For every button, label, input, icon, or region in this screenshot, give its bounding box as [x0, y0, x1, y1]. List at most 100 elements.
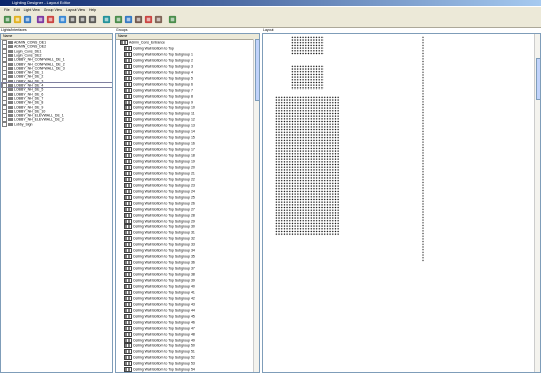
group-item[interactable]: Ceiling Wall Bottom to Top Subgroup 8	[124, 93, 193, 99]
group-item[interactable]: Ceiling Wall Bottom to Top Subgroup 23	[124, 182, 195, 188]
new-icon[interactable]	[3, 15, 12, 24]
light-item[interactable]: Lobby_Sign	[2, 121, 112, 127]
link-icon[interactable]	[134, 15, 143, 24]
group-item[interactable]: Ceiling Wall Bottom to Top Subgroup 43	[124, 301, 195, 307]
group-item[interactable]: Ceiling Wall Bottom to Top Subgroup 16	[124, 141, 195, 147]
group-icon	[124, 367, 132, 372]
group-item[interactable]: Ceiling Wall Bottom to Top Subgroup 7	[124, 87, 193, 93]
fixture-group-upper[interactable]	[291, 65, 324, 90]
group-item[interactable]: Ceiling Wall Bottom to Top Subgroup 31	[124, 230, 195, 236]
settings-icon[interactable]	[154, 15, 163, 24]
layout-panel	[262, 33, 541, 373]
group-item[interactable]: Ceiling Wall Bottom to Top Subgroup 24	[124, 188, 195, 194]
fixture-group-top[interactable]	[291, 36, 324, 55]
group-item[interactable]: Ceiling Wall Bottom to Top Subgroup 26	[124, 200, 195, 206]
copy-icon[interactable]	[124, 15, 133, 24]
group-icon	[124, 236, 132, 242]
pointer-icon[interactable]	[88, 15, 97, 24]
group-item[interactable]: Ceiling Wall Bottom to Top Subgroup 12	[124, 117, 195, 123]
layout-scrollbar[interactable]	[534, 34, 540, 372]
group-item[interactable]: Ceiling Wall Bottom to Top Subgroup 46	[124, 319, 195, 325]
group-item[interactable]: Ceiling Wall Bottom to Top Subgroup 38	[124, 272, 195, 278]
group-item[interactable]: Ceiling Wall Bottom to Top Subgroup 35	[124, 254, 195, 260]
group-icon	[124, 212, 132, 218]
rotate-icon[interactable]	[114, 15, 123, 24]
group-item-label: Ceiling Wall Bottom to Top Subgroup 5	[133, 76, 193, 81]
group-item[interactable]: Ceiling Wall Bottom to Top Subgroup 4	[124, 69, 193, 75]
fixture-group-main[interactable]	[275, 96, 339, 214]
grid-icon[interactable]	[58, 15, 67, 24]
zoom-in-icon[interactable]	[68, 15, 77, 24]
group-item[interactable]: Ceiling Wall Bottom to Top Subgroup 33	[124, 242, 195, 248]
group-item[interactable]: Ceiling Wall Bottom to Top Subgroup 32	[124, 236, 195, 242]
group-item[interactable]: Ceiling Wall Bottom to Top Subgroup 22	[124, 176, 195, 182]
group-item[interactable]: Ceiling Wall Bottom to Top Subgroup 41	[124, 289, 195, 295]
group-item[interactable]: Ceiling Wall Bottom to Top Subgroup 49	[124, 337, 195, 343]
group-item[interactable]: Ceiling Wall Bottom to Top Subgroup 19	[124, 159, 195, 164]
group-item[interactable]: Ceiling Wall Bottom to Top Subgroup 53	[124, 361, 195, 367]
group-item[interactable]: Ceiling Wall Bottom to Top Subgroup 34	[124, 248, 195, 254]
group-item[interactable]: Ceiling Wall Bottom to Top Subgroup 29	[124, 218, 195, 224]
group-item-label: Ceiling Wall Bottom to Top Subgroup 34	[133, 248, 195, 253]
group-item[interactable]: Ceiling Wall Bottom to Top Subgroup 42	[124, 295, 195, 301]
group-item[interactable]: Ceiling Wall Bottom to Top Subgroup 54	[124, 367, 195, 372]
group-item[interactable]: Ceiling Wall Bottom to Top Subgroup 47	[124, 325, 195, 331]
save-icon[interactable]	[23, 15, 32, 24]
group-item[interactable]: Ceiling Wall Bottom to Top	[124, 45, 174, 51]
group-item[interactable]: Ceiling Wall Bottom to Top Subgroup 10	[124, 105, 195, 111]
group-item[interactable]: Ceiling Wall Bottom to Top Subgroup 6	[124, 81, 193, 87]
group-item[interactable]: Ceiling Wall Bottom to Top Subgroup 21	[124, 170, 195, 176]
group-item[interactable]: Ceiling Wall Bottom to Top Subgroup 20	[124, 164, 195, 170]
group-item-label: Ceiling Wall Bottom to Top Subgroup 38	[133, 272, 195, 277]
group-item[interactable]: Ceiling Wall Bottom to Top Subgroup 50	[124, 343, 195, 349]
group-item-label: Ceiling Wall Bottom to Top Subgroup 44	[133, 308, 195, 313]
run-icon[interactable]	[168, 15, 177, 24]
group-item[interactable]: Ceiling Wall Bottom to Top Subgroup 15	[124, 135, 195, 141]
groups-scroll-thumb[interactable]	[254, 39, 259, 101]
group-item[interactable]: Ceiling Wall Bottom to Top Subgroup 40	[124, 283, 195, 289]
group-item[interactable]: Ceiling Wall Bottom to Top Subgroup 37	[124, 266, 195, 272]
group-item[interactable]: Ceiling Wall Bottom to Top Subgroup 1	[124, 51, 193, 57]
group-item[interactable]: Ceiling Wall Bottom to Top Subgroup 30	[124, 224, 195, 230]
group-item[interactable]: Ceiling Wall Bottom to Top Subgroup 28	[124, 212, 195, 218]
group-item[interactable]: Admin_Cons_Entrance	[120, 40, 165, 45]
group-item[interactable]: Ceiling Wall Bottom to Top Subgroup 13	[124, 123, 195, 129]
group-item[interactable]: Ceiling Wall Bottom to Top Subgroup 45	[124, 313, 195, 319]
group-item-label: Ceiling Wall Bottom to Top Subgroup 2	[133, 58, 193, 63]
group-item[interactable]: Ceiling Wall Bottom to Top Subgroup 52	[124, 355, 195, 361]
toolbar	[0, 13, 541, 28]
group-item[interactable]: Ceiling Wall Bottom to Top Subgroup 3	[124, 63, 193, 69]
add-light-icon[interactable]	[36, 15, 45, 24]
group-item[interactable]: Ceiling Wall Bottom to Top Subgroup 51	[124, 349, 195, 355]
group-item[interactable]: Ceiling Wall Bottom to Top Subgroup 48	[124, 331, 195, 337]
open-icon[interactable]	[13, 15, 22, 24]
expand-icon[interactable]	[2, 121, 7, 127]
group-icon	[124, 248, 132, 254]
group-icon	[124, 260, 132, 266]
delete-icon[interactable]	[46, 15, 55, 24]
group-icon	[124, 361, 132, 367]
group-item[interactable]: Ceiling Wall Bottom to Top Subgroup 17	[124, 147, 195, 153]
groups-scrollbar[interactable]	[253, 39, 259, 372]
group-item[interactable]: Ceiling Wall Bottom to Top Subgroup 25	[124, 194, 195, 200]
group-item[interactable]: Ceiling Wall Bottom to Top Subgroup 11	[124, 111, 195, 117]
group-item[interactable]: Ceiling Wall Bottom to Top Subgroup 2	[124, 57, 193, 63]
group-item[interactable]: Ceiling Wall Bottom to Top Subgroup 9	[124, 99, 193, 105]
group-item[interactable]: Ceiling Wall Bottom to Top Subgroup 14	[124, 129, 195, 135]
group-icon	[124, 266, 132, 272]
group-item[interactable]: Ceiling Wall Bottom to Top Subgroup 39	[124, 278, 195, 283]
group-item[interactable]: Ceiling Wall Bottom to Top Subgroup 44	[124, 307, 195, 313]
fixture-group-lower[interactable]	[275, 214, 339, 236]
group-item[interactable]: Ceiling Wall Bottom to Top Subgroup 36	[124, 260, 195, 266]
layout-scroll-thumb[interactable]	[535, 58, 540, 100]
zoom-out-icon[interactable]	[78, 15, 87, 24]
group-item[interactable]: Ceiling Wall Bottom to Top Subgroup 5	[124, 75, 193, 81]
group-item[interactable]: Ceiling Wall Bottom to Top Subgroup 18	[124, 153, 195, 159]
group-item[interactable]: Ceiling Wall Bottom to Top Subgroup 27	[124, 206, 195, 212]
paint-icon[interactable]	[144, 15, 153, 24]
refresh-icon[interactable]	[102, 15, 111, 24]
fixture-column-right[interactable]	[422, 36, 424, 262]
group-item-label: Ceiling Wall Bottom to Top Subgroup 7	[133, 88, 193, 93]
group-icon	[124, 147, 132, 153]
group-item-label: Ceiling Wall Bottom to Top Subgroup 23	[133, 183, 195, 188]
